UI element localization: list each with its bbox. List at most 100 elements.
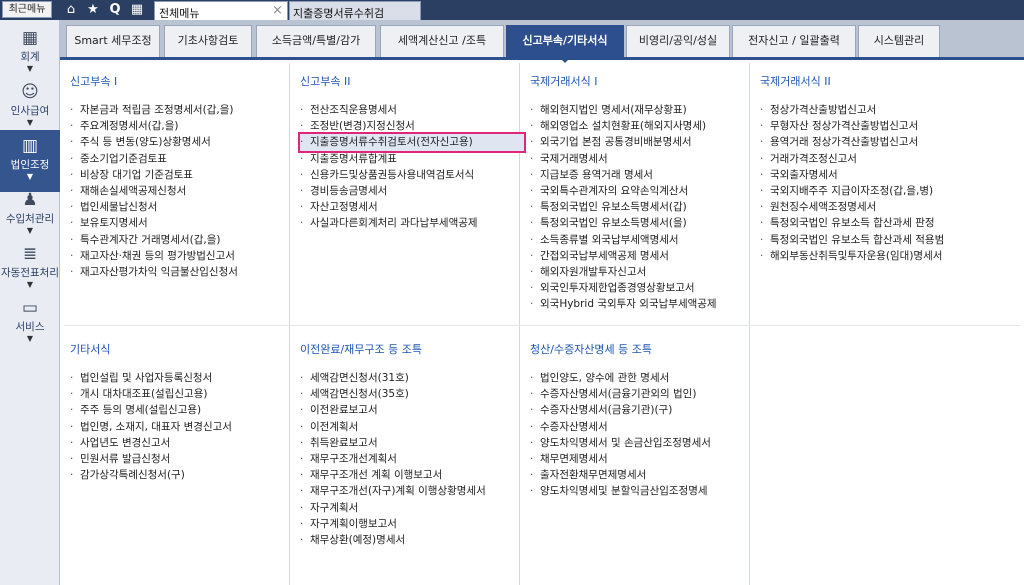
menu-item[interactable]: 외국Hybrid 국외투자 외국납부세액공제: [530, 296, 755, 312]
menu-item[interactable]: 용역거래 정상가격산출방법신고서: [760, 134, 985, 150]
menu-item[interactable]: 채무면제명세서: [530, 451, 755, 467]
menu-item[interactable]: 해외영업소 설치현황표(해외지사명세): [530, 118, 755, 134]
menu-item[interactable]: 출자전환채무면제명세서: [530, 467, 755, 483]
menu-item[interactable]: 재해손실세액공제신청서: [70, 183, 295, 199]
menu-item[interactable]: 세액감면신청서(31호): [300, 370, 525, 386]
menu-tab-4[interactable]: 신고부속/기타서식: [506, 25, 624, 63]
menu-item[interactable]: 외국기업 본점 공통경비배분명세서: [530, 134, 755, 150]
menu-item[interactable]: 수증자산명세서(금융기관)(구): [530, 402, 755, 418]
menu-item[interactable]: 수증자산명세서: [530, 419, 755, 435]
menu-item[interactable]: 신용카드및상품권등사용내역검토서식: [300, 167, 525, 183]
menu-tab-3[interactable]: 세액계산신고 /조특: [380, 25, 504, 57]
menu-item[interactable]: 정상가격산출방법신고서: [760, 102, 985, 118]
tab-expense-proof[interactable]: 지출증명서류수취검: [289, 1, 421, 20]
sidebar-item-0[interactable]: ▦ 회계 ▼: [0, 22, 60, 84]
menu-item[interactable]: 경비등송금명세서: [300, 183, 525, 199]
menu-item[interactable]: 국제거래명세서: [530, 151, 755, 167]
menu-item[interactable]: 국외지배주주 지급이자조정(갑,을,병): [760, 183, 985, 199]
menu-item[interactable]: 무형자산 정상가격산출방법신고서: [760, 118, 985, 134]
section-list: 세액감면신청서(31호)세액감면신청서(35호)이전완료보고서이전계획서취득완료…: [300, 370, 525, 548]
section-title: 국제거래서식 I: [530, 75, 598, 88]
menu-tab-7[interactable]: 시스템관리: [858, 25, 940, 57]
sidebar-item-1[interactable]: ☺ 인사급여 ▼: [0, 76, 60, 138]
sidebar-item-label: 서비스: [15, 321, 45, 333]
menu-item[interactable]: 법인세물납신청서: [70, 199, 295, 215]
menu-item[interactable]: 주주 등의 명세(설립신고용): [70, 402, 295, 418]
chevron-down-icon: ▼: [26, 118, 34, 127]
menu-item[interactable]: 양도차익명세및 분할익금산입조정명세: [530, 483, 755, 499]
menu-item[interactable]: 조정반(변경)지정신청서: [300, 118, 525, 134]
menu-tab-1[interactable]: 기초사항검토: [164, 25, 252, 57]
menu-item[interactable]: 개시 대차대조표(설립신고용): [70, 386, 295, 402]
calendar-icon[interactable]: ▦: [128, 2, 146, 18]
menu-item[interactable]: 자산고정명세서: [300, 199, 525, 215]
menu-item[interactable]: 특정외국법인 유보소득 합산과세 적용범: [760, 232, 985, 248]
menu-item[interactable]: 거래가격조정신고서: [760, 151, 985, 167]
menu-item[interactable]: 주요계정명세서(갑,을): [70, 118, 295, 134]
search-q-icon[interactable]: Q: [106, 2, 124, 18]
sidebar-item-4[interactable]: ≣ 자동전표처리 ▼: [0, 238, 60, 300]
section-list: 전산조직운용명세서조정반(변경)지정신청서지출증명서류수취검토서(전자신고용)지…: [298, 102, 526, 232]
menu-item[interactable]: 비상장 대기업 기준검토표: [70, 167, 295, 183]
tab-all-menu[interactable]: 전체메뉴 ×: [154, 1, 288, 20]
menu-item[interactable]: 특수관계자간 거래명세서(갑,을): [70, 232, 295, 248]
menu-tab-0[interactable]: Smart 세무조정: [66, 25, 160, 57]
sidebar-item-2[interactable]: ▥ 법인조정 ▼: [0, 130, 60, 192]
menu-tab-5[interactable]: 비영리/공익/성실: [626, 25, 730, 57]
close-icon[interactable]: ×: [272, 4, 283, 18]
menu-item[interactable]: 이전계획서: [300, 419, 525, 435]
menu-item[interactable]: 양도차익명세서 및 손금산입조정명세서: [530, 435, 755, 451]
menu-tab-6[interactable]: 전자신고 / 일괄출력: [732, 25, 856, 57]
menu-item[interactable]: 자구계획이행보고서: [300, 516, 525, 532]
menu-item[interactable]: 소득종류별 외국납부세액명세서: [530, 232, 755, 248]
menu-tab-2[interactable]: 소득금액/특별/감가: [256, 25, 376, 57]
menu-item[interactable]: 특정외국법인 유보소득명세서(갑): [530, 199, 755, 215]
menu-item[interactable]: 재고자산평가차익 익금불산입신청서: [70, 264, 295, 280]
tab-all-menu-label: 전체메뉴: [159, 7, 200, 20]
menu-item[interactable]: 자본금과 적립금 조정명세서(갑,을): [70, 102, 295, 118]
menu-item[interactable]: 자구계획서: [300, 500, 525, 516]
menu-item[interactable]: 법인명, 소재지, 대표자 변경신고서: [70, 419, 295, 435]
menu-item[interactable]: 법인설립 및 사업자등록신청서: [70, 370, 295, 386]
menu-item[interactable]: 중소기업기준검토표: [70, 151, 295, 167]
menu-item[interactable]: 특정외국법인 유보소득 합산과세 판정: [760, 215, 985, 231]
menu-item[interactable]: 국외특수관계자의 요약손익계산서: [530, 183, 755, 199]
menu-item[interactable]: 지출증명서류수취검토서(전자신고용): [298, 132, 526, 153]
menu-item[interactable]: 국외출자명세서: [760, 167, 985, 183]
recent-menu-button[interactable]: 최근메뉴: [2, 1, 52, 18]
menu-item[interactable]: 재무구조개선계획서: [300, 451, 525, 467]
menu-item[interactable]: 해외현지법인 명세서(재무상황표): [530, 102, 755, 118]
menu-item[interactable]: 재고자산·채권 등의 평가방법신고서: [70, 248, 295, 264]
menu-item[interactable]: 감가상각특례신청서(구): [70, 467, 295, 483]
menu-item[interactable]: 주식 등 변동(양도)상황명세서: [70, 134, 295, 150]
menu-item[interactable]: 취득완료보고서: [300, 435, 525, 451]
menu-item[interactable]: 사실과다른회계처리 과다납부세액공제: [300, 215, 525, 231]
sidebar-item-5[interactable]: ▭ 서비스 ▼: [0, 292, 60, 354]
menu-item[interactable]: 전산조직운용명세서: [300, 102, 525, 118]
menu-item[interactable]: 법인양도, 양수에 관한 명세서: [530, 370, 755, 386]
menu-item[interactable]: 수증자산명세서(금융기관외의 법인): [530, 386, 755, 402]
menu-item[interactable]: 재무구조개선 계획 이행보고서: [300, 467, 525, 483]
menu-item[interactable]: 해외부동산취득및투자운용(임대)명세서: [760, 248, 985, 264]
menu-item[interactable]: 지출증명서류합계표: [300, 151, 525, 167]
home-icon[interactable]: ⌂: [62, 2, 80, 18]
menu-item[interactable]: 이전완료보고서: [300, 402, 525, 418]
section-title: 기타서식: [70, 343, 111, 356]
calculator-icon: ▦: [21, 28, 39, 48]
menu-item[interactable]: 지급보증 용역거래 명세서: [530, 167, 755, 183]
menu-item[interactable]: 재무구조개선(자구)계획 이행상황명세서: [300, 483, 525, 499]
sidebar-item-3[interactable]: ♟ 수입처관리 ▼: [0, 184, 60, 246]
menu-item[interactable]: 외국인투자제한업종경영상황보고서: [530, 280, 755, 296]
menu-item[interactable]: 세액감면신청서(35호): [300, 386, 525, 402]
star-icon[interactable]: ★: [84, 2, 102, 18]
database-icon: ≣: [22, 244, 38, 264]
menu-item[interactable]: 채무상환(예정)명세서: [300, 532, 525, 548]
menu-item[interactable]: 특정외국법인 유보소득명세서(을): [530, 215, 755, 231]
menu-item[interactable]: 간접외국납부세액공제 명세서: [530, 248, 755, 264]
menu-item[interactable]: 사업년도 변경신고서: [70, 435, 295, 451]
menu-item[interactable]: 민원서류 발급신청서: [70, 451, 295, 467]
section-list: 정상가격산출방법신고서무형자산 정상가격산출방법신고서용역거래 정상가격산출방법…: [760, 102, 985, 264]
menu-item[interactable]: 원천징수세액조정명세서: [760, 199, 985, 215]
menu-item[interactable]: 보유토지명세서: [70, 215, 295, 231]
menu-item[interactable]: 해외자원개발투자신고서: [530, 264, 755, 280]
